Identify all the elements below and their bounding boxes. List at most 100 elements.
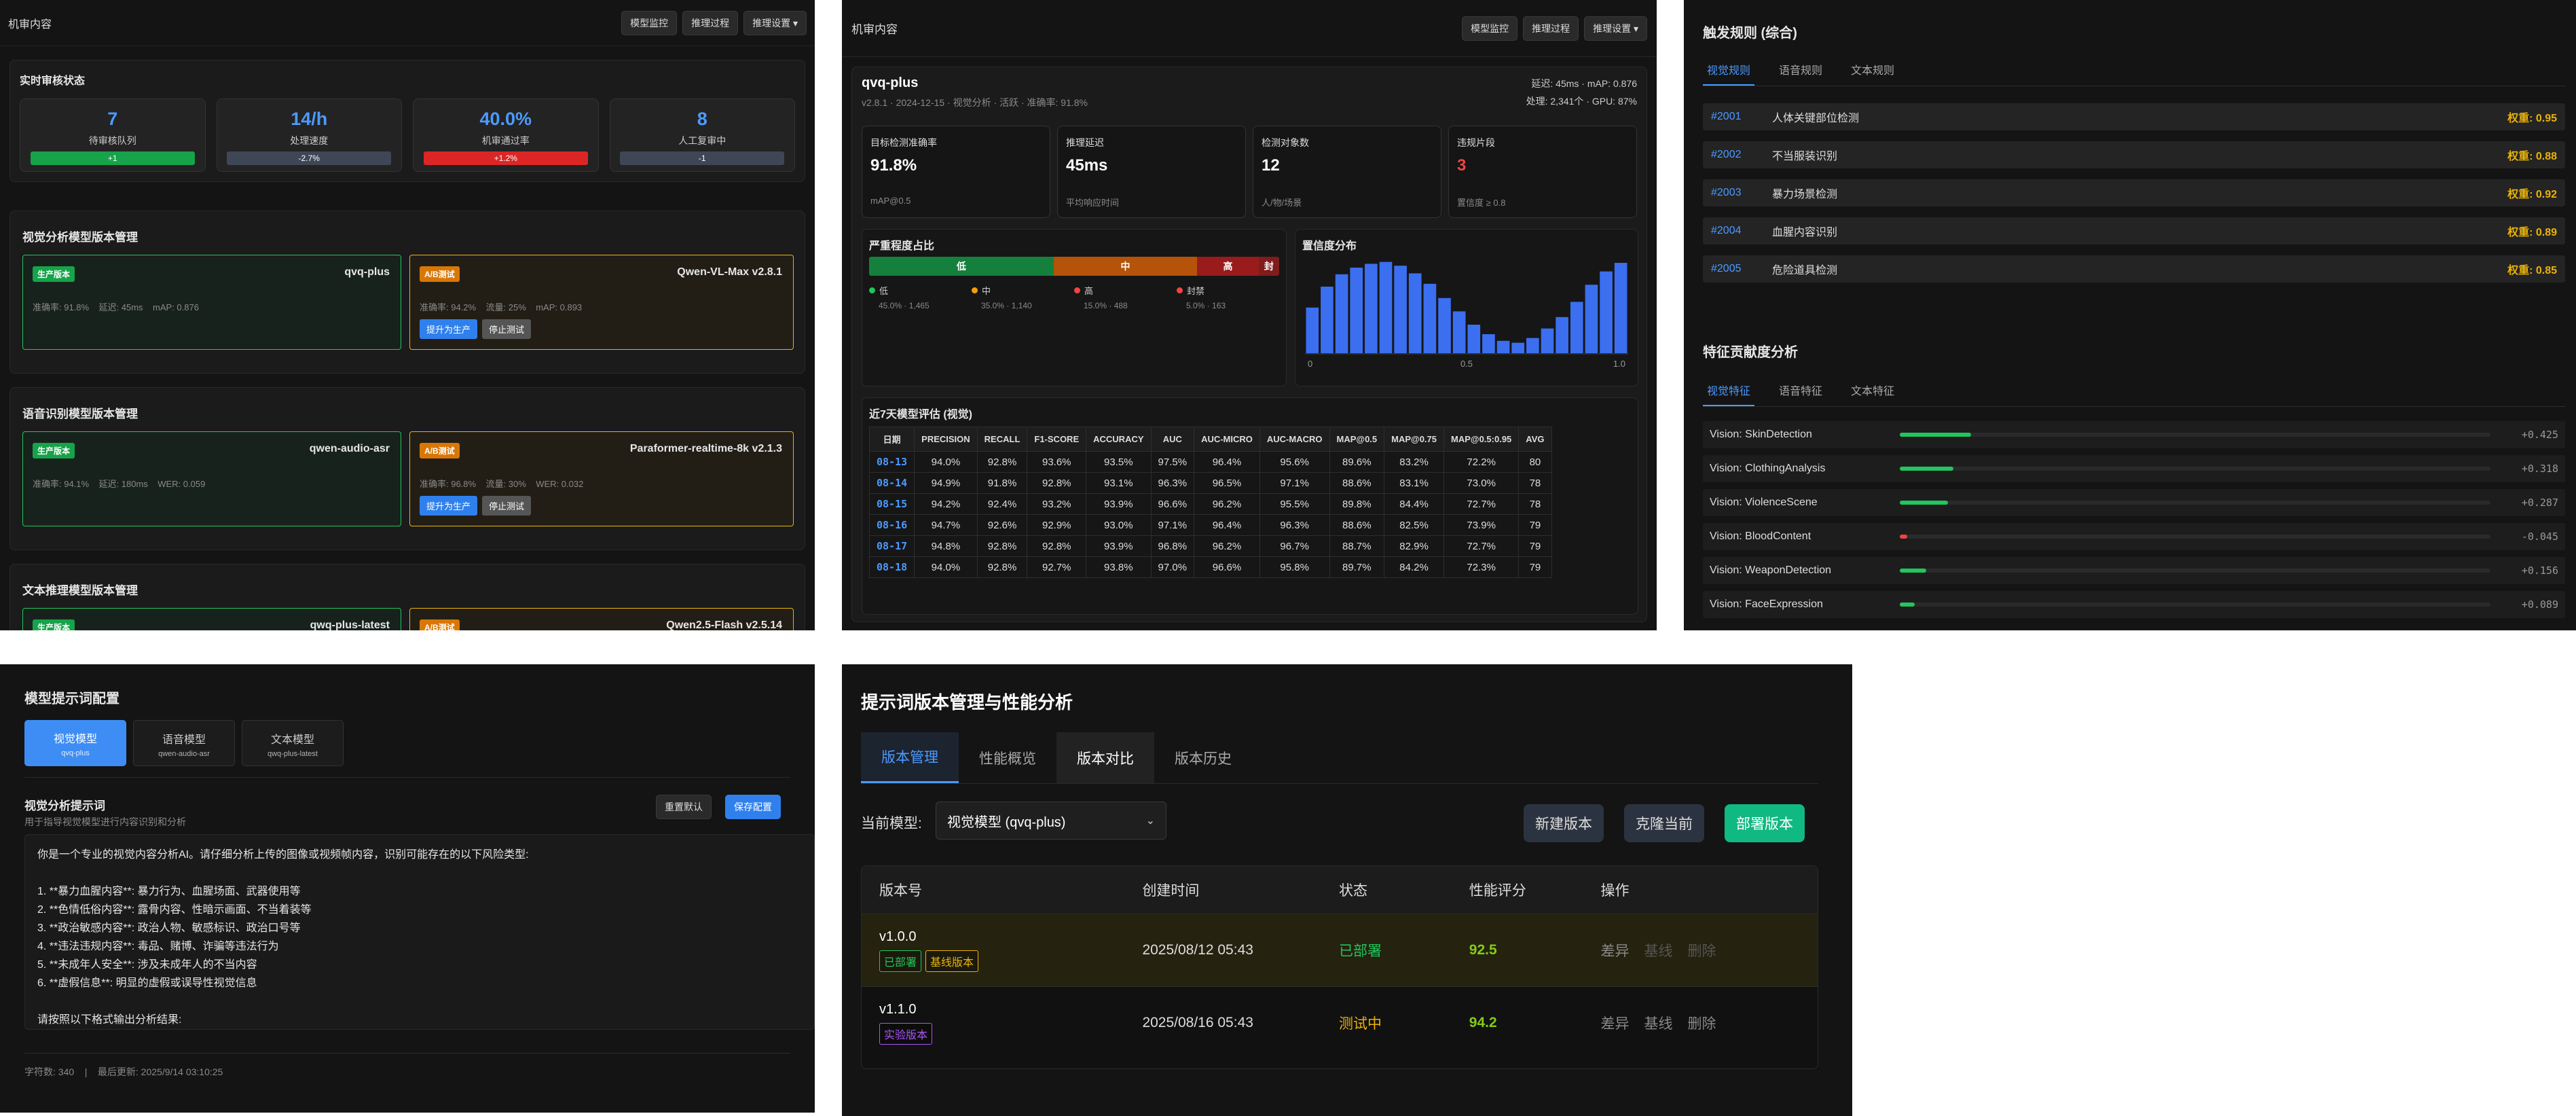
feature-name: Vision: ViolenceScene xyxy=(1710,497,1818,508)
eval-cell: 93.9% xyxy=(1086,535,1152,557)
promote-button[interactable]: 提升为生产 xyxy=(420,496,478,516)
feature-bar-track xyxy=(1900,602,2490,607)
prompt-textarea[interactable]: 你是一个专业的视觉内容分析AI。请仔细分析上传的图像或视频帧内容，识别可能存在的… xyxy=(24,834,815,1030)
confidence-card: 置信度分布 0 0.5 1.0 xyxy=(1295,229,1638,386)
rule-tab[interactable]: 视觉规则 xyxy=(1703,54,1755,86)
model-tab-sub: qwen-audio-asr xyxy=(158,750,210,758)
prompt-line: 1. **暴力血腥内容**: 暴力行为、血腥场面、武器使用等 xyxy=(37,886,301,897)
eval-cell: 72.7% xyxy=(1443,535,1520,557)
inference-process-button[interactable]: 推理过程 xyxy=(1523,16,1579,41)
clone-current-button[interactable]: 克隆当前 xyxy=(1624,804,1704,842)
rule-name: 不当服装识别 xyxy=(1772,151,1838,162)
prompt-line xyxy=(37,864,802,882)
version-tab[interactable]: 版本管理 xyxy=(861,732,959,783)
inference-settings-button[interactable]: 推理设置 ▾ xyxy=(1584,16,1647,41)
model-latency-line: 延迟: 45ms · mAP: 0.876 xyxy=(1531,78,1637,89)
eval-column-header: AUC-MACRO xyxy=(1259,427,1330,452)
stat-delta: +1 xyxy=(30,151,195,165)
severity-legend-item: 中 35.0% · 1,140 xyxy=(972,284,1074,310)
rule-row[interactable]: #2003 暴力场景检测 权重: 0.92 xyxy=(1703,179,2565,206)
version-tab[interactable]: 版本对比 xyxy=(1056,732,1154,783)
severity-legend-item: 低 45.0% · 1,465 xyxy=(869,284,972,310)
legend-dot-icon xyxy=(1074,287,1080,293)
version-tags: 已部署 基线版本 xyxy=(879,950,1124,972)
model-monitor-button[interactable]: 模型监控 xyxy=(621,10,678,35)
diff-action[interactable]: 差异 xyxy=(1601,940,1630,960)
confidence-title: 置信度分布 xyxy=(1302,240,1357,252)
eval-cell: 83.1% xyxy=(1384,472,1445,494)
eval-cell: 92.9% xyxy=(1027,514,1087,536)
confidence-bar xyxy=(1394,266,1407,353)
confidence-bar xyxy=(1335,274,1348,353)
realtime-status-title: 实时审核状态 xyxy=(20,75,86,87)
eval-cell: 92.6% xyxy=(976,514,1028,536)
eval-header-row: 日期 PRECISION RECALL F1-SCORE ACCURACY AUC AUC-… xyxy=(868,427,1552,452)
stats-row: 7 待审核队列 +1 14/h 处理速度 -2.7% 40.0% 机审通过率 +1.2% 8 人工复… xyxy=(20,98,795,172)
eval-cell: 73.9% xyxy=(1443,514,1520,536)
model-detail-card: qvq-plus v2.8.1 · 2024-12-15 · 视觉分析 · 活跃… xyxy=(851,67,1647,622)
stop-test-button[interactable]: 停止测试 xyxy=(482,496,532,516)
severity-pct: 45.0% xyxy=(879,301,902,310)
version-tab[interactable]: 版本历史 xyxy=(1154,732,1252,783)
eval-column-header: 日期 xyxy=(868,427,915,452)
version-score: 94.2 xyxy=(1469,1015,1497,1030)
severity-count: 488 xyxy=(1114,301,1128,310)
rule-row[interactable]: #2002 不当服装识别 权重: 0.88 xyxy=(1703,141,2565,168)
deploy-version-button[interactable]: 部署版本 xyxy=(1725,804,1805,842)
save-config-button[interactable]: 保存配置 xyxy=(725,795,781,819)
severity-pct: 35.0% xyxy=(981,301,1005,310)
promote-button[interactable]: 提升为生产 xyxy=(420,319,478,339)
model-select[interactable]: 视觉模型 (qvq-plus) ⌄ xyxy=(936,802,1166,840)
reset-default-button[interactable]: 重置默认 xyxy=(656,795,712,819)
model-section-card: 文本推理模型版本管理 生产版本 qwq-plus-latest A/B测试 Qwen2.… xyxy=(10,564,805,630)
model-processing-line: 处理: 2,341个 · GPU: 87% xyxy=(1526,96,1637,107)
version-actions: 差异 基线 删除 xyxy=(1583,1013,1818,1033)
model-monitor-button[interactable]: 模型监控 xyxy=(1462,16,1518,41)
eval-column-header: RECALL xyxy=(976,427,1028,452)
feature-bar-fill xyxy=(1900,602,1915,607)
production-tag: 生产版本 xyxy=(33,619,75,630)
eval-row: 08-14 94.9% 91.8% 92.8% 93.1% 96.3% 96.5% 97.1%… xyxy=(868,472,1552,494)
feature-value: +0.089 xyxy=(2521,598,2558,611)
eval-cell: 96.3% xyxy=(1150,472,1195,494)
model-tab[interactable]: 语音模型 qwen-audio-asr xyxy=(133,720,235,766)
diff-action[interactable]: 差异 xyxy=(1601,1013,1630,1033)
feature-bar-track xyxy=(1900,433,2490,437)
kpi-sub: 人/物/场景 xyxy=(1262,198,1302,208)
panel-model-detail: 机审内容 模型监控 推理过程 推理设置 ▾ qvq-plus v2.8.1 · … xyxy=(842,0,1657,630)
new-version-button[interactable]: 新建版本 xyxy=(1524,804,1604,842)
delete-action[interactable]: 删除 xyxy=(1688,940,1716,960)
model-tab[interactable]: 文本模型 qwq-plus-latest xyxy=(242,720,344,766)
inference-settings-button[interactable]: 推理设置 ▾ xyxy=(743,10,807,35)
eval-column-header: ACCURACY xyxy=(1086,427,1152,452)
model-section-card: 语音识别模型版本管理 生产版本 qwen-audio-asr 准确率: 94.1% 延… xyxy=(10,387,805,550)
severity-count: 1,465 xyxy=(908,301,930,310)
rule-row[interactable]: #2005 危险道具检测 权重: 0.85 xyxy=(1703,255,2565,283)
delete-action[interactable]: 删除 xyxy=(1688,1013,1716,1033)
rule-row[interactable]: #2001 人体关键部位检测 权重: 0.95 xyxy=(1703,103,2565,130)
severity-legend-stats: 35.0% · 1,140 xyxy=(972,301,1074,310)
feature-tab[interactable]: 语音特征 xyxy=(1775,375,1826,406)
rule-tab[interactable]: 文本规则 xyxy=(1847,54,1898,86)
feature-value: -0.045 xyxy=(2521,530,2558,543)
model-tab[interactable]: 视觉模型 qvq-plus xyxy=(24,720,126,766)
rule-tab[interactable]: 语音规则 xyxy=(1775,54,1826,86)
feature-bar-track xyxy=(1900,467,2490,471)
eval-cell: 96.2% xyxy=(1194,493,1260,515)
confidence-bar xyxy=(1350,268,1363,353)
severity-title: 严重程度占比 xyxy=(869,240,935,252)
feature-tab[interactable]: 视觉特征 xyxy=(1703,375,1755,406)
panel-rules-features: 触发规则 (综合) 视觉规则 语音规则 文本规则 #2001 人体关键部位检测 权重: … xyxy=(1684,0,2576,630)
inference-process-button[interactable]: 推理过程 xyxy=(682,10,739,35)
eval-row: 08-13 94.0% 92.8% 93.6% 93.5% 97.5% 96.4% 95.6%… xyxy=(868,451,1552,473)
rule-row[interactable]: #2004 血腥内容识别 权重: 0.89 xyxy=(1703,217,2565,245)
kpi-row: 目标检测准确率 91.8% mAP@0.5 推理延迟 45ms 平均响应时间 检测对象数 12… xyxy=(862,126,1637,218)
baseline-action[interactable]: 基线 xyxy=(1644,1013,1673,1033)
eval-cell: 95.8% xyxy=(1259,556,1330,578)
feature-bar-fill xyxy=(1900,535,1908,539)
confidence-bar xyxy=(1541,328,1554,353)
version-tab[interactable]: 性能概览 xyxy=(959,732,1056,783)
baseline-action[interactable]: 基线 xyxy=(1644,940,1673,960)
stop-test-button[interactable]: 停止测试 xyxy=(482,319,532,339)
feature-tab[interactable]: 文本特征 xyxy=(1847,375,1898,406)
